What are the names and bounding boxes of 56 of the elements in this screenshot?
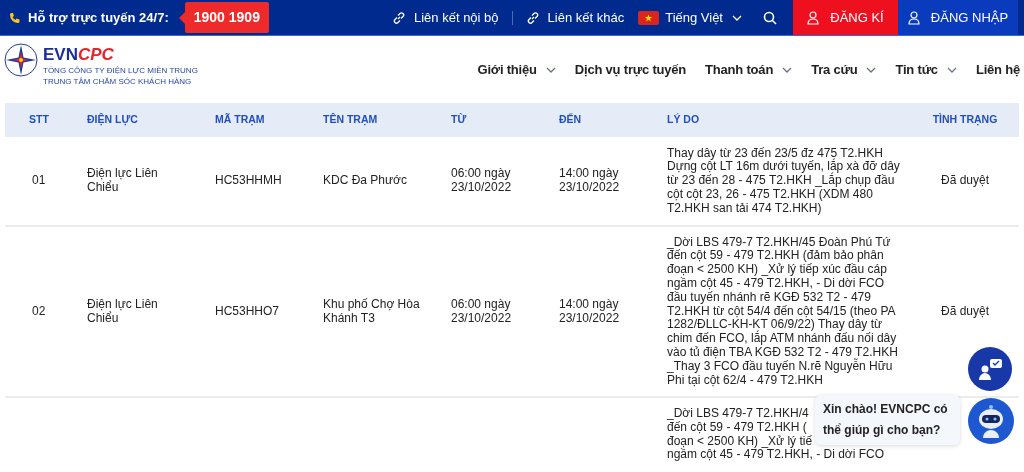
- chatbot-robot-button[interactable]: [968, 398, 1014, 444]
- table-cell-text: ngầm cột 45 - 479 T2.HKH, - Di dời FCO: [667, 448, 885, 463]
- nav-item[interactable]: Dịch vụ trực tuyến: [574, 59, 687, 80]
- logo-wordmark: EVNCPC: [43, 45, 115, 65]
- chevron-down-icon: [732, 14, 742, 21]
- register-button[interactable]: ĐĂNG KÍ: [793, 0, 898, 35]
- column-header: ĐIỆN LỰC: [87, 112, 139, 128]
- table-cell-text: Điện lực Liên Chiểu: [87, 167, 159, 195]
- support-agent-button[interactable]: [968, 347, 1012, 391]
- nav-item[interactable]: Giới thiệu: [477, 59, 556, 80]
- language-dropdown[interactable]: Tiếng Việt: [665, 7, 742, 28]
- table-cell-text: Điện lực Liên Chiểu: [87, 297, 159, 326]
- logo-star-icon: [4, 43, 38, 77]
- column-header: TÊN TRẠM: [323, 112, 379, 128]
- nav-item[interactable]: Tin tức: [895, 59, 957, 80]
- chat-greeting: Xin chào! EVNCPC có thể giúp gì cho bạn?: [823, 401, 949, 439]
- column-header: STT: [28, 112, 50, 128]
- table-cell-text: Đã duyệt: [940, 304, 990, 319]
- user-icon: [907, 10, 920, 25]
- table-cell-text: 02: [31, 304, 47, 319]
- phone-icon: [9, 11, 21, 24]
- table-cell-text: 06:00 ngày 23/10/2022: [451, 167, 513, 195]
- column-header: TỪ: [451, 112, 468, 128]
- table-cell-text: Thay dây từ 23 đến 23/5 đz 475 T2.HKH Dựng cột LT 16m dưới tuyến, lắp xà đỡ dây từ 23 đến 28 - 475 T2.HKH _Lắp chụp đầu cột cột 23, 26 - 475 T2.HKH (XDM 480 T2.HKH san tải 474 T2.HKH): [667, 146, 901, 216]
- link[interactable]: Liên kết nội bộ: [392, 7, 499, 28]
- table-cell-text: 14:00 ngày 23/10/2022: [559, 167, 621, 195]
- link-icon: [392, 10, 406, 25]
- hotline-badge[interactable]: 1900 1909: [184, 2, 269, 33]
- table-cell-text: Đã duyệt: [940, 174, 990, 188]
- column-header: TÌNH TRẠNG: [931, 112, 999, 128]
- table-cell-text: đoạn < 2500 KH) _Xử lý tiế: [667, 434, 813, 448]
- column-header: LÝ DO: [667, 112, 701, 128]
- link[interactable]: Liên kết khác: [525, 7, 625, 28]
- user-icon: [807, 10, 820, 25]
- table-cell-text: 06:00 ngày 23/10/2022: [451, 297, 513, 326]
- table-cell-text: 14:00 ngày 23/10/2022: [559, 297, 621, 326]
- table-cell-text: HC53HHMH: [215, 174, 283, 188]
- table-cell-text: Khu phố Chợ Hòa Khánh T3: [323, 297, 421, 326]
- vietnam-flag-icon: [638, 10, 660, 25]
- table-cell-text: 01: [31, 174, 47, 188]
- logo-subtitle: TỔNG CÔNG TY ĐIỆN LỰC MIỀN TRUNG: [43, 65, 198, 76]
- nav-item[interactable]: Liên hệ: [975, 59, 1020, 80]
- column-header: MÃ TRẠM: [215, 112, 266, 128]
- table-cell-text: HC53HHO7: [215, 304, 281, 319]
- table-cell-text: _Dời LBS 479-7 T2.HKH/4: [667, 407, 809, 421]
- table-cell-text: đến cột 59 - 479 T2.HKH (: [667, 420, 807, 435]
- table-cell-text: _Dời LBS 479-7 T2.HKH/45 Đoàn Phú Tứ đến cột 59 - 479 T2.HKH (đảm bảo phân đoạn < 2500 KH) _Xử lý tiếp xúc đầu cáp ngầm cột 45 - 479 T2.HKH, - Di dời FCO đầu tuyến nhánh rẽ KGĐ 532 T2 - 479 T2.HKH từ cột 54/4 đến cột 54/15 (theo PA 1282/ĐLLC-KH-KT 06/9/22) Thay dây từ chim đến FCO, lắp ATM nhánh đấu nối dây vào tủ điện TBA KGĐ 532 T2 - 479 T2.HKH _Thay 3 FCO đầu tuyến N.rẽ Nguyễn Hữu Phi tại cột 62/4 - 479 T2.HKH: [667, 235, 899, 388]
- login-button[interactable]: ĐĂNG NHẬP: [898, 0, 1018, 35]
- support-label: Hỗ trợ trực tuyến 24/7:: [28, 8, 169, 27]
- link-icon: [525, 10, 540, 25]
- search-icon[interactable]: [763, 10, 777, 25]
- table-cell-text: KDC Đa Phước: [323, 174, 408, 188]
- nav-item[interactable]: Tra cứu: [811, 59, 877, 80]
- nav-item[interactable]: Thanh toán: [705, 59, 793, 80]
- column-header: ĐẾN: [559, 112, 583, 128]
- logo-subtitle: TRUNG TÂM CHĂM SÓC KHÁCH HÀNG: [43, 76, 193, 87]
